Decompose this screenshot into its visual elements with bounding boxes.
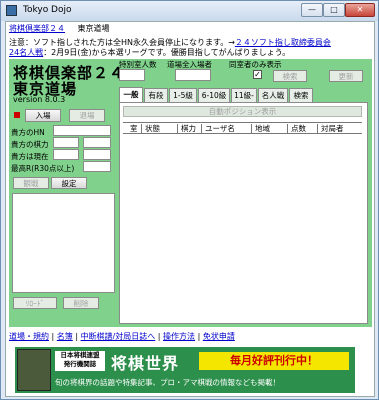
club-title-line1: 将棋倶楽部２４ (13, 64, 126, 82)
link-license[interactable]: 免状申請 (203, 332, 235, 341)
menu-bar: 将棋倶楽部２４ 東京道場 (9, 23, 110, 35)
delete-button[interactable]: 削除 (63, 297, 99, 309)
rating-points-field[interactable] (83, 137, 111, 148)
ad-description: 旬の将棋界の話題や特集記事、プロ・アマ棋戦の情報なども掲載！ (55, 378, 280, 387)
same-room-only-checkbox[interactable]: ✓ (253, 70, 262, 79)
special-room-count-field[interactable] (119, 69, 145, 81)
ad-publisher: 日本将棋連盟 発行機関誌 (55, 351, 105, 371)
maximize-button[interactable]: □ (323, 3, 345, 17)
table-header: 室 状態 棋力 ユーザ名 地域 点数 対局者 (123, 122, 362, 134)
room-table-panel: 自動ポジション表示 室 状態 棋力 ユーザ名 地域 点数 対局者 (119, 102, 368, 324)
notice-link-committee[interactable]: ２４ソフト指し取締委員会 (235, 38, 331, 47)
search-button[interactable]: 検索 (273, 70, 307, 82)
link-howto[interactable]: 操作方法 (163, 332, 195, 341)
magazine-cover-image (17, 349, 51, 391)
tab-general[interactable]: 一般 (119, 87, 143, 102)
notice-text: ：2月9日(金)から本選リーグです。優勝目指してがんばりましょう。 (43, 48, 291, 57)
main-panel: 将棋倶楽部２４ 東京道場 version 8.0.3 入場 退場 貴方のHN 貴… (9, 59, 372, 327)
header-opponent[interactable]: 対局者 (317, 124, 362, 134)
enter-button[interactable]: 入場 (25, 109, 61, 122)
exit-button[interactable]: 退場 (69, 109, 105, 122)
notice-text: 注意：ソフト指しされた方は全HN永久会員停止になります。→ (9, 38, 235, 47)
refresh-button[interactable]: 更新 (329, 70, 363, 82)
bottom-links: 道場・規約 | 名簿 | 中断棋譜/対局日誌へ | 操作方法 | 免状申請 (9, 332, 235, 341)
app-window: Tokyo Dojo — □ ✕ 将棋倶楽部２４ 東京道場 注意：ソフト指しされ… (0, 0, 379, 400)
ad-monthly: 毎月好評刊行中！ (199, 352, 349, 370)
current-room-field[interactable] (53, 149, 79, 160)
tab-search[interactable]: 検索 (289, 88, 313, 102)
close-button[interactable]: ✕ (345, 3, 375, 17)
header-rating[interactable]: 棋力 (177, 124, 201, 134)
rate-limit-field[interactable] (83, 161, 111, 172)
message-list[interactable] (12, 193, 115, 293)
rate-limit-label: 最高R(R30点以上) (11, 164, 75, 173)
tab-dan[interactable]: 有段 (144, 88, 168, 102)
rating-label: 貴方の棋力 (11, 140, 49, 149)
settings-button[interactable]: 設定 (51, 177, 87, 189)
status-indicator-icon (14, 112, 20, 118)
notice-link-meijinsen[interactable]: 24名人戦 (9, 48, 43, 57)
tab-kyu-6-10[interactable]: 6-10級 (198, 88, 230, 102)
header-room[interactable]: 室 (127, 124, 141, 134)
auto-position-button[interactable]: 自動ポジション表示 (123, 106, 362, 117)
tab-kyu-1-5[interactable]: 1-5級 (169, 88, 197, 102)
club-title: 将棋倶楽部２４ 東京道場 (13, 65, 125, 97)
observe-button[interactable]: 観戦 (13, 177, 49, 189)
tab-meijinsen[interactable]: 名人戦 (258, 88, 288, 102)
title-bar[interactable]: Tokyo Dojo — □ ✕ (1, 1, 378, 21)
header-region[interactable]: 地域 (251, 124, 287, 134)
link-records[interactable]: 中断棋譜/対局日誌へ (81, 332, 156, 341)
menu-dojo-label: 東京道場 (77, 24, 110, 33)
reload-button[interactable]: ﾘﾛｰﾄﾞ (13, 297, 57, 309)
notice-line-2: 24名人戦：2月9日(金)から本選リーグです。優勝目指してがんばりましょう。 (9, 47, 290, 58)
window-title: Tokyo Dojo (23, 5, 72, 15)
hn-label: 貴方のHN (11, 128, 45, 137)
header-points[interactable]: 点数 (287, 124, 317, 134)
current-label: 貴方は現在 (11, 152, 49, 161)
rating-field[interactable] (53, 137, 79, 148)
version-label: version 8.0.3 (13, 95, 66, 104)
app-icon (6, 5, 17, 16)
minimize-button[interactable]: — (301, 3, 323, 17)
dojo-total-field[interactable] (175, 69, 211, 81)
advert-banner[interactable]: 日本将棋連盟 発行機関誌 将棋世界 毎月好評刊行中！ 旬の将棋界の話題や特集記事… (15, 347, 355, 393)
link-roster[interactable]: 名簿 (57, 332, 73, 341)
ad-brand: 将棋世界 (111, 354, 180, 373)
current-status-field[interactable] (83, 149, 111, 160)
header-username[interactable]: ユーザ名 (201, 124, 251, 134)
header-status[interactable]: 状態 (141, 124, 177, 134)
menu-link-shogi-club[interactable]: 将棋倶楽部２４ (9, 24, 65, 33)
same-room-only-label: 同室者のみ表示 (229, 60, 282, 69)
tab-kyu-11[interactable]: 11級- (231, 88, 257, 102)
hn-field[interactable] (53, 125, 111, 136)
link-rules[interactable]: 道場・規約 (9, 332, 49, 341)
